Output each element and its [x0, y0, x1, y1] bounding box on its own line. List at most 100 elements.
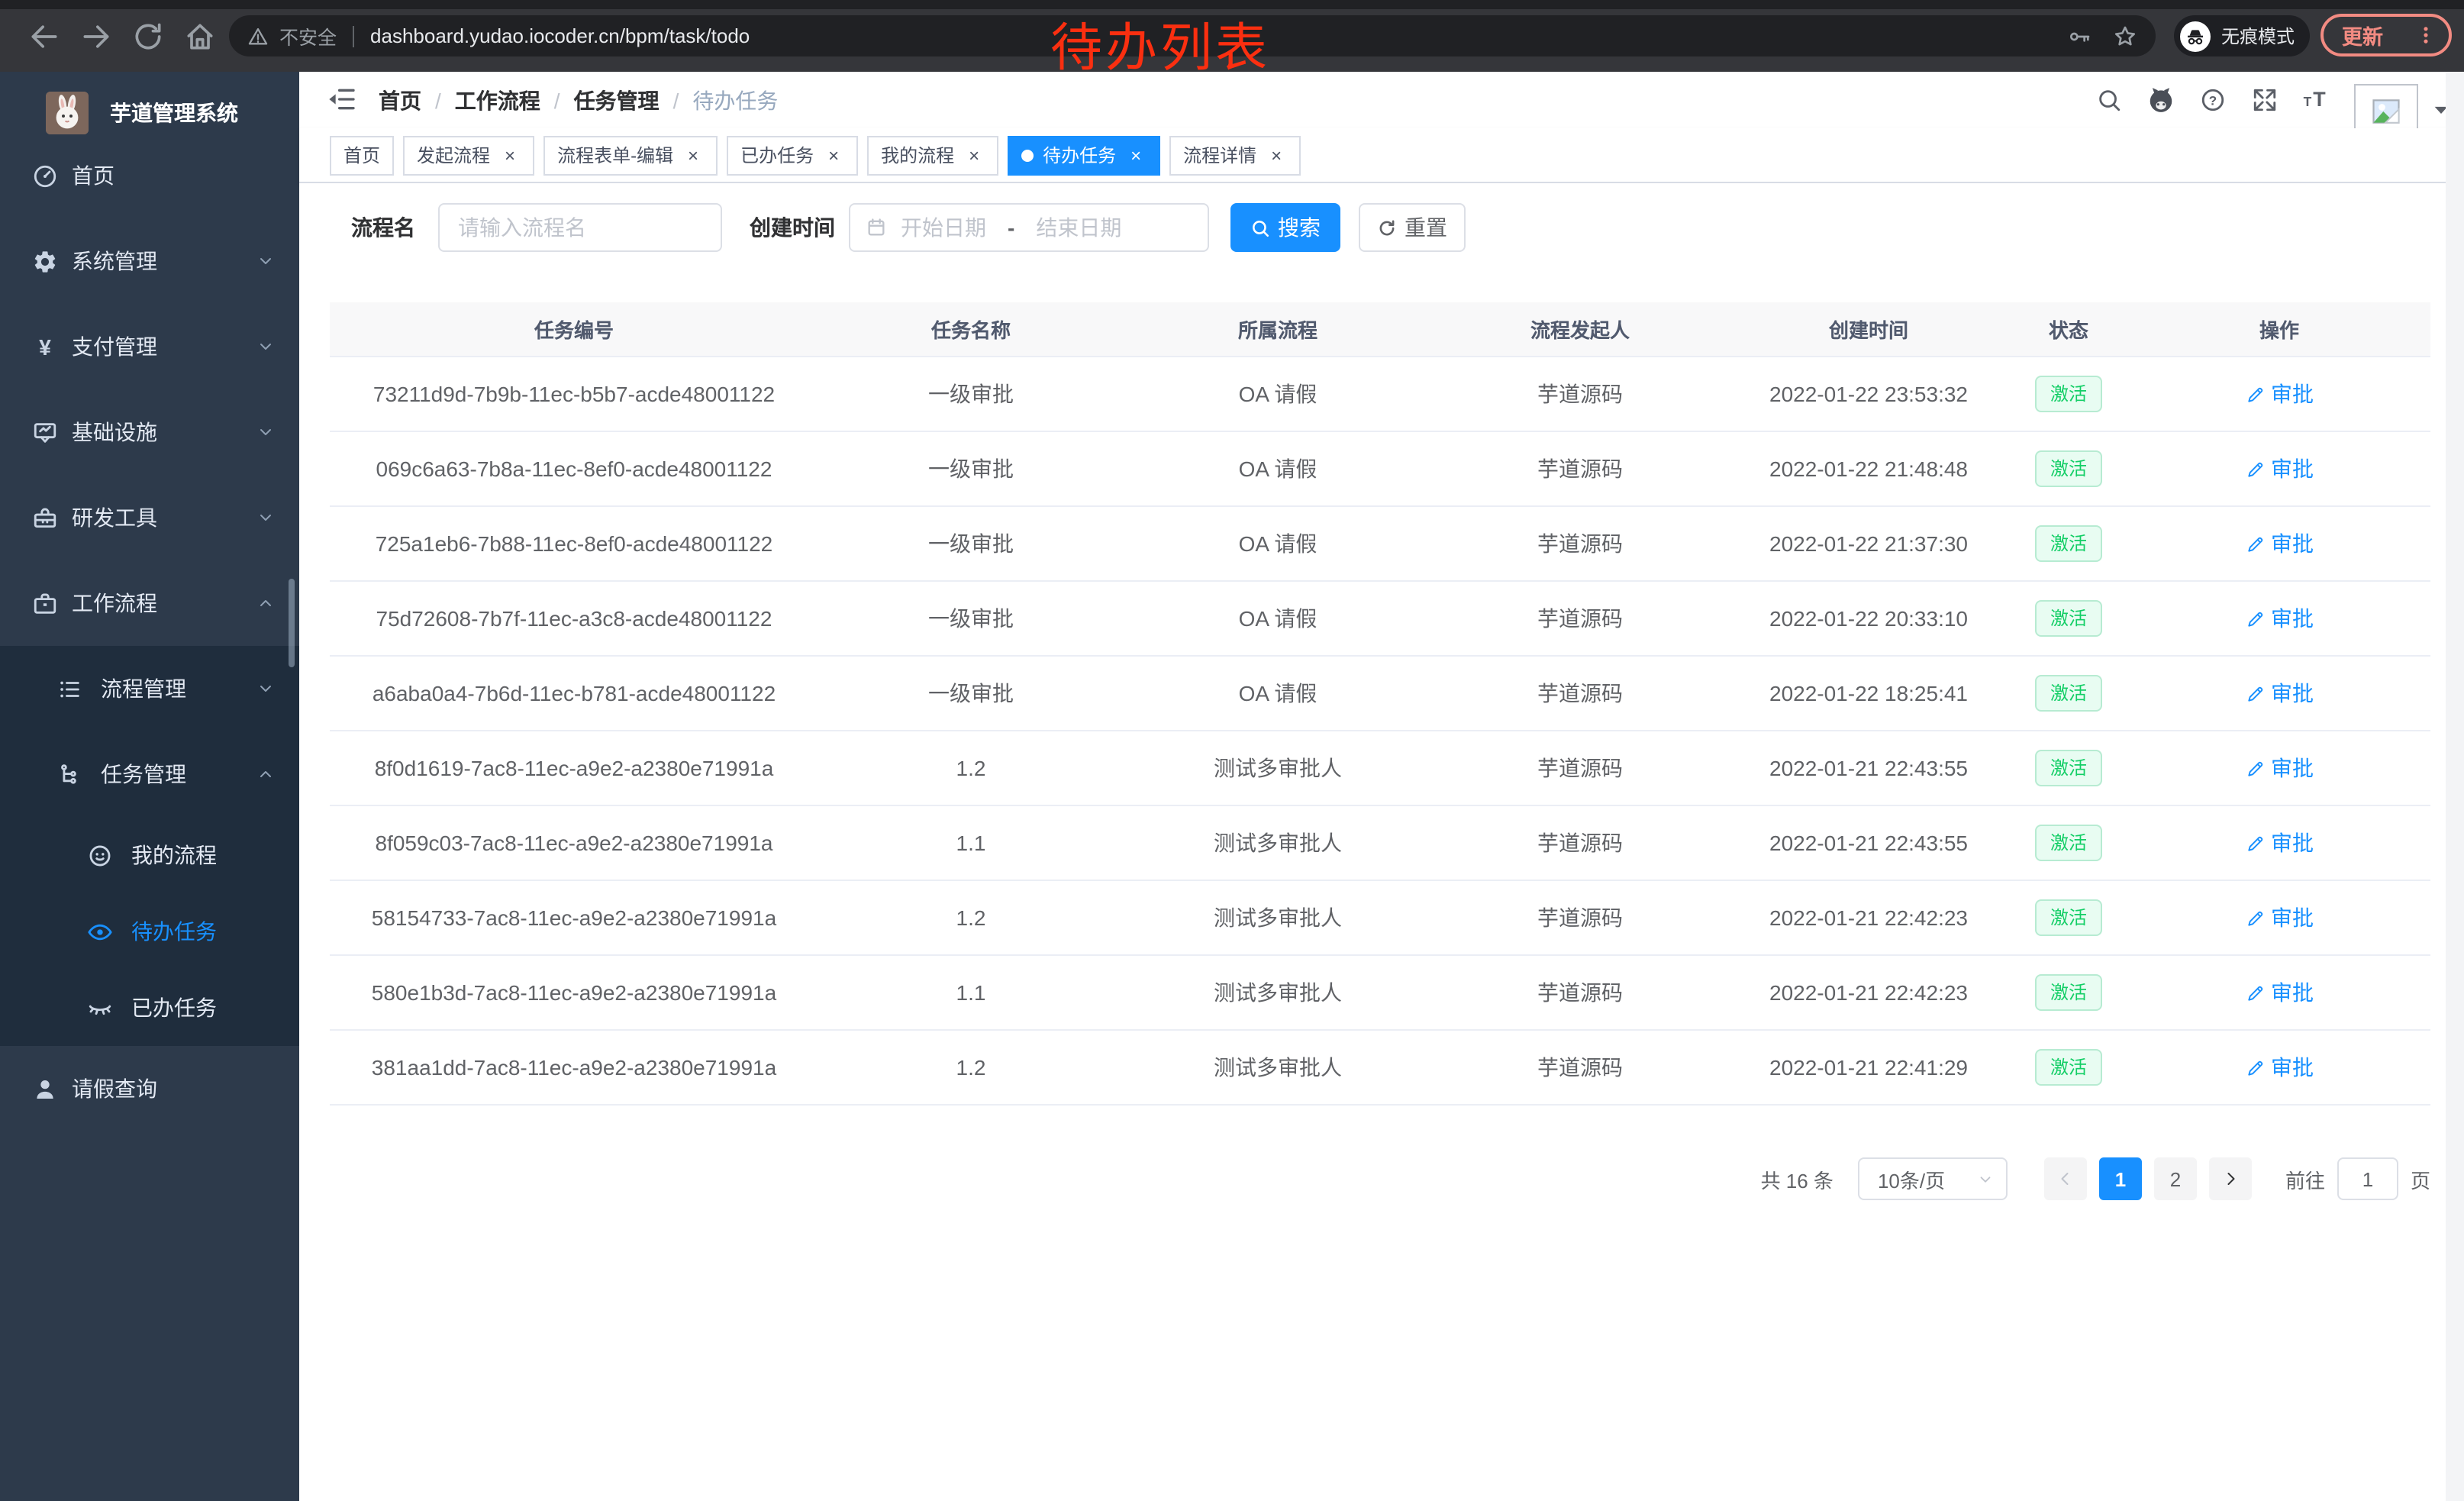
tab-close-icon[interactable]: ×	[963, 144, 985, 166]
header-github-button[interactable]	[2134, 72, 2186, 128]
breadcrumb-item[interactable]: 工作流程	[455, 85, 540, 115]
sidebar-item-请假查询[interactable]: 请假查询	[0, 1046, 299, 1131]
edit-icon	[2245, 534, 2265, 554]
sidebar-item-我的流程[interactable]: 我的流程	[0, 817, 299, 893]
next-page-button[interactable]	[2209, 1157, 2252, 1200]
chevron-down-icon	[256, 679, 275, 698]
cell-task-name: 一级审批	[818, 657, 1124, 730]
tab-close-icon[interactable]: ×	[823, 144, 844, 166]
tab-我的流程[interactable]: 我的流程×	[867, 135, 998, 175]
sidebar-item-基础设施[interactable]: 基础设施	[0, 389, 299, 475]
goto-page-input[interactable]	[2337, 1157, 2398, 1200]
approve-link[interactable]: 审批	[2245, 379, 2314, 409]
table-row: 069c6a63-7b8a-11ec-8ef0-acde48001122一级审批…	[330, 432, 2430, 507]
cell-task-id: 069c6a63-7b8a-11ec-8ef0-acde48001122	[330, 432, 818, 505]
bookmark-star-icon[interactable]	[2113, 24, 2137, 48]
fold-icon	[327, 84, 357, 115]
tab-发起流程[interactable]: 发起流程 ×	[403, 135, 534, 175]
fontsize-icon: TT	[2301, 86, 2330, 115]
header-search-button[interactable]	[2082, 72, 2134, 128]
tab-close-icon[interactable]: ×	[499, 144, 521, 166]
process-name-input[interactable]	[438, 203, 722, 252]
sidebar-item-label: 我的流程	[131, 840, 217, 870]
tab-close-icon[interactable]: ×	[1125, 144, 1147, 166]
tab-流程详情[interactable]: 流程详情×	[1169, 135, 1301, 175]
browser-forward-button[interactable]	[79, 20, 113, 53]
header-fullscreen-button[interactable]	[2238, 72, 2290, 128]
password-key-icon[interactable]	[2067, 24, 2091, 48]
status-badge: 激活	[2035, 600, 2102, 637]
cell-actions: 审批	[2128, 657, 2430, 730]
approve-link[interactable]: 审批	[2245, 753, 2314, 783]
sidebar-item-流程管理[interactable]: 流程管理	[0, 646, 299, 731]
logo-rabbit-image	[46, 92, 89, 134]
tab-close-icon[interactable]: ×	[682, 144, 704, 166]
browser-menu-dots-icon[interactable]	[2415, 23, 2437, 47]
chevron-down-icon	[256, 252, 275, 270]
tab-首页[interactable]: 首页	[330, 135, 394, 175]
sidebar-item-任务管理[interactable]: 任务管理	[0, 731, 299, 817]
tab-label: 发起流程	[417, 142, 490, 168]
tab-流程表单-编辑[interactable]: 流程表单-编辑×	[543, 135, 718, 175]
tab-待办任务[interactable]: 待办任务×	[1008, 135, 1160, 175]
sidebar-item-支付管理[interactable]: ¥支付管理	[0, 304, 299, 389]
approve-link[interactable]: 审批	[2245, 1052, 2314, 1083]
gear-icon	[32, 248, 58, 274]
browser-update-button[interactable]: 更新	[2320, 14, 2452, 56]
page-button-1[interactable]: 1	[2099, 1157, 2142, 1200]
cell-initiator: 芋道源码	[1432, 657, 1728, 730]
sidebar-item-待办任务[interactable]: 待办任务	[0, 893, 299, 970]
approve-link[interactable]: 审批	[2245, 902, 2314, 933]
approve-link[interactable]: 审批	[2245, 828, 2314, 858]
cell-process: OA 请假	[1124, 357, 1432, 431]
browser-back-button[interactable]	[27, 20, 61, 53]
sidebar-fold-button[interactable]	[327, 84, 357, 115]
cell-created-time: 2022-01-22 20:33:10	[1728, 582, 2009, 655]
sidebar-item-研发工具[interactable]: 研发工具	[0, 475, 299, 560]
help-icon: ?	[2199, 87, 2225, 113]
prev-page-button[interactable]	[2044, 1157, 2087, 1200]
sidebar: 芋道管理系统 首页系统管理¥支付管理基础设施研发工具工作流程流程管理任务管理我的…	[0, 72, 299, 1501]
cell-task-id: 8f059c03-7ac8-11ec-a9e2-a2380e71991a	[330, 806, 818, 880]
browser-home-button[interactable]	[183, 20, 217, 53]
fullscreen-icon	[2251, 87, 2277, 113]
approve-link-label: 审批	[2271, 1052, 2314, 1083]
reset-button[interactable]: 重置	[1359, 203, 1466, 252]
table-row: 580e1b3d-7ac8-11ec-a9e2-a2380e71991a1.1测…	[330, 956, 2430, 1031]
approve-link-label: 审批	[2271, 828, 2314, 858]
browser-reload-button[interactable]	[131, 20, 165, 53]
header-help-button[interactable]: ?	[2186, 72, 2238, 128]
breadcrumb-item[interactable]: 首页	[379, 85, 421, 115]
sidebar-item-已办任务[interactable]: 已办任务	[0, 970, 299, 1046]
cell-task-name: 1.1	[818, 956, 1124, 1029]
breadcrumb-item[interactable]: 任务管理	[574, 85, 660, 115]
page-size-value: 10条/页	[1878, 1164, 1945, 1193]
table-row: 8f0d1619-7ac8-11ec-a9e2-a2380e71991a1.2测…	[330, 731, 2430, 806]
header-fontsize-button[interactable]: TT	[2290, 72, 2342, 128]
cell-task-id: 75d72608-7b7f-11ec-a3c8-acde48001122	[330, 582, 818, 655]
date-range-picker[interactable]: 开始日期 - 结束日期	[849, 203, 1209, 252]
cell-actions: 审批	[2128, 731, 2430, 805]
page-button-2[interactable]: 2	[2154, 1157, 2197, 1200]
sidebar-item-系统管理[interactable]: 系统管理	[0, 218, 299, 304]
approve-link[interactable]: 审批	[2245, 977, 2314, 1008]
approve-link[interactable]: 审批	[2245, 603, 2314, 634]
search-button[interactable]: 搜索	[1230, 203, 1340, 252]
sidebar-item-工作流程[interactable]: 工作流程	[0, 560, 299, 646]
tab-close-icon[interactable]: ×	[1266, 144, 1287, 166]
edit-icon	[2245, 833, 2265, 853]
goto-suffix: 页	[2411, 1164, 2430, 1193]
cell-status: 激活	[2009, 956, 2128, 1029]
approve-link[interactable]: 审批	[2245, 678, 2314, 709]
cell-initiator: 芋道源码	[1432, 731, 1728, 805]
face-icon	[87, 842, 113, 868]
approve-link[interactable]: 审批	[2245, 454, 2314, 484]
page-size-select[interactable]: 10条/页	[1858, 1157, 2008, 1200]
search-icon	[1250, 218, 1270, 237]
sidebar-item-首页[interactable]: 首页	[0, 133, 299, 218]
approve-link[interactable]: 审批	[2245, 528, 2314, 559]
svg-text:T: T	[2312, 88, 2325, 111]
page-scrollbar-track[interactable]	[2446, 72, 2464, 1501]
sidebar-scrollbar-thumb[interactable]	[289, 579, 295, 667]
tab-已办任务[interactable]: 已办任务×	[727, 135, 858, 175]
